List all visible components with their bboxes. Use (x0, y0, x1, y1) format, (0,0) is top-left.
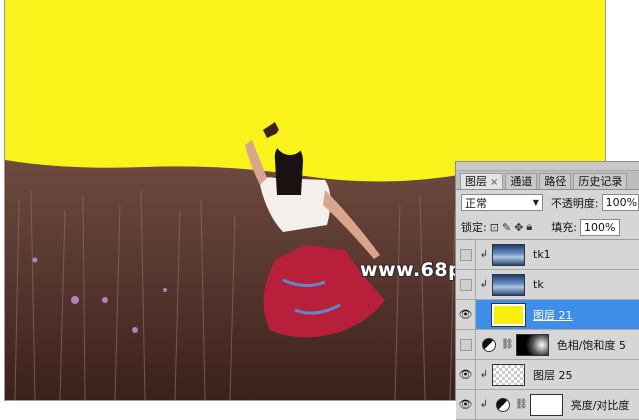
tab-layers[interactable]: 图层 × (460, 173, 504, 189)
panel-grip[interactable] (456, 162, 639, 171)
layer-thumbnail (492, 363, 525, 386)
blend-mode-select[interactable]: 正常 ▼ (461, 194, 543, 211)
visibility-toggle[interactable]: 👁︎ (456, 390, 476, 419)
fill-label: 填充: (551, 221, 577, 234)
hidden-eye-icon (459, 338, 472, 351)
chain-link-icon: ⛓︎ (515, 399, 528, 410)
layer-mask-thumbnail (529, 393, 563, 416)
layer-name: tk (533, 278, 544, 291)
tab-layers-label: 图层 (465, 175, 487, 188)
lock-brush-icon[interactable]: ✎ (502, 221, 511, 234)
fill-input[interactable]: 100% (579, 218, 620, 236)
eye-icon: 👁︎ (458, 368, 473, 381)
blend-options-row: 正常 ▼ 不透明度: 100% (456, 190, 639, 215)
layer-row[interactable]: ⛓︎ 色相/饱和度 5 (456, 330, 639, 360)
visibility-toggle[interactable]: 👁︎ (456, 360, 476, 389)
clip-arrow-icon: ↲ (479, 369, 489, 380)
blend-mode-value: 正常 (465, 196, 487, 210)
lock-move-icon[interactable]: ✥ (514, 221, 523, 234)
layer-row[interactable]: ↲ tk (456, 270, 639, 300)
layer-name: 图层 25 (533, 368, 573, 382)
layer-row-selected[interactable]: 👁︎ 图层 21 (456, 300, 639, 330)
layer-row[interactable]: ↲ tk1 (456, 240, 639, 270)
chain-link-icon: ⛓︎ (501, 339, 514, 350)
tab-history[interactable]: 历史记录 (573, 173, 628, 189)
lock-options-row: 锁定: ⊡ ✎ ✥ 🔒︎ 填充: 100% (456, 215, 639, 240)
close-icon[interactable]: × (490, 177, 498, 188)
opacity-input[interactable]: 100% (601, 194, 639, 211)
clip-arrow-icon: ↲ (479, 279, 489, 290)
layers-panel[interactable]: 图层 × 通道 路径 历史记录 正常 ▼ 不透明度: 100% 锁定: ⊡ ✎ ✥… (455, 161, 639, 420)
adjustment-layer-icon (482, 337, 496, 352)
clip-arrow-icon: ↲ (479, 249, 489, 260)
lock-transparent-icon[interactable]: ⊡ (490, 221, 499, 234)
tab-paths[interactable]: 路径 (539, 173, 572, 189)
opacity-label: 不透明度: (550, 196, 599, 210)
panel-tabs: 图层 × 通道 路径 历史记录 (456, 171, 639, 190)
lock-label: 锁定: (461, 221, 487, 234)
visibility-toggle[interactable] (456, 330, 476, 359)
visibility-toggle[interactable] (456, 270, 476, 299)
hidden-eye-icon (459, 248, 472, 261)
visibility-toggle[interactable] (456, 240, 476, 269)
layer-name: 图层 21 (533, 308, 573, 322)
hidden-eye-icon (459, 278, 472, 291)
layer-row[interactable]: 👁︎ ↲ 图层 25 (456, 360, 639, 390)
lock-all-icon[interactable]: 🔒︎ (526, 220, 532, 234)
layer-row[interactable]: 👁︎ ↲ ⛓︎ 亮度/对比度 (456, 390, 639, 420)
layer-thumbnail (491, 302, 526, 327)
layer-name: tk1 (533, 248, 551, 261)
layer-thumbnail (492, 243, 525, 266)
tab-channels[interactable]: 通道 (505, 173, 538, 189)
layer-mask-thumbnail (515, 333, 549, 356)
layer-name: 亮度/对比度 (570, 398, 630, 412)
chevron-down-icon: ▼ (532, 198, 539, 207)
clip-arrow-icon: ↲ (479, 399, 489, 410)
layer-name: 色相/饱和度 5 (556, 338, 626, 352)
layer-thumbnail (492, 273, 525, 296)
eye-icon: 👁︎ (458, 308, 473, 321)
visibility-toggle[interactable]: 👁︎ (456, 300, 476, 329)
